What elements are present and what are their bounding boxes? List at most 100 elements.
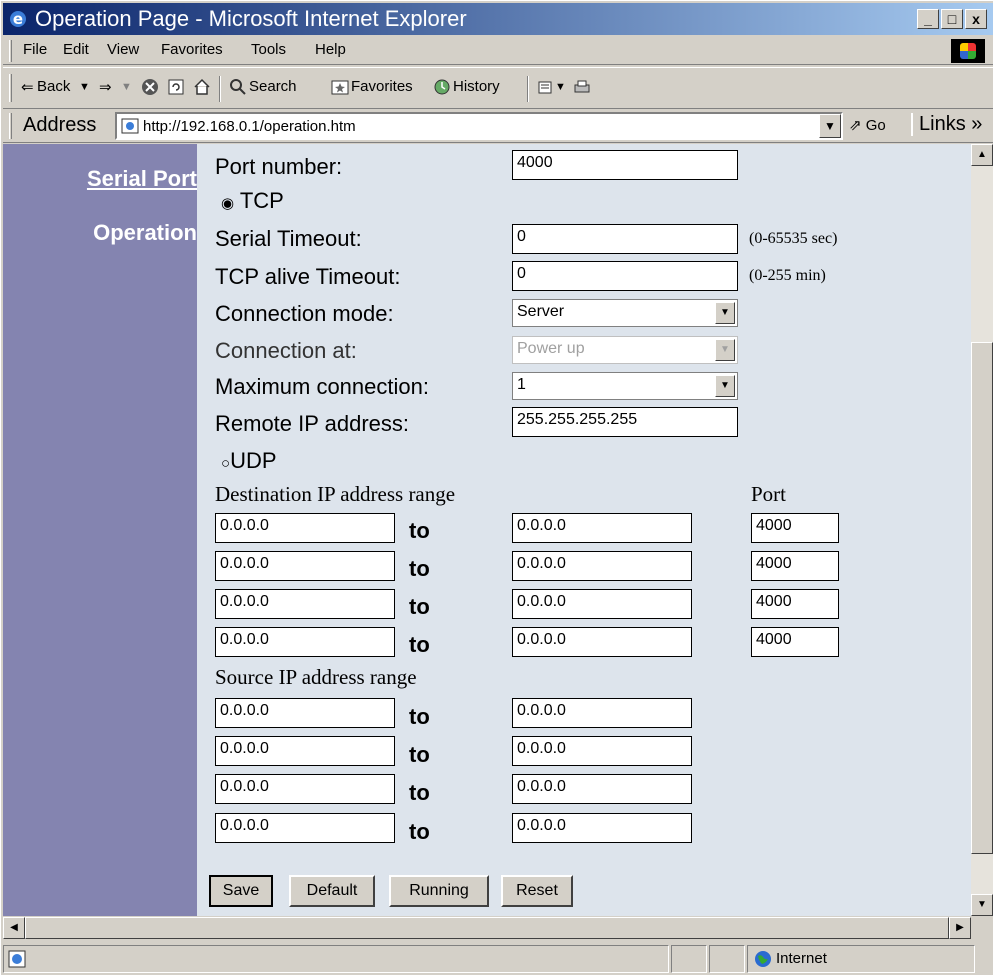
dest-port-input[interactable]: 4000 xyxy=(751,627,839,657)
security-zone-label: Internet xyxy=(776,950,827,967)
sidebar-link-operation[interactable]: Operation xyxy=(93,220,197,246)
menu-tools[interactable]: Tools xyxy=(251,41,286,58)
horizontal-scroll-thumb[interactable] xyxy=(25,917,949,939)
default-button[interactable]: Default xyxy=(289,875,375,907)
dest-to-input[interactable]: 0.0.0.0 xyxy=(512,513,692,543)
go-button[interactable]: ⇗ Go xyxy=(849,116,886,134)
menu-grip xyxy=(9,40,12,62)
title-bar: e Operation Page - Microsoft Internet Ex… xyxy=(3,3,993,35)
running-button[interactable]: Running xyxy=(389,875,489,907)
dest-to-input[interactable]: 0.0.0.0 xyxy=(512,551,692,581)
refresh-icon[interactable] xyxy=(167,78,185,96)
serial-timeout-hint: (0-65535 sec) xyxy=(749,230,838,247)
address-url: http://192.168.0.1/operation.htm xyxy=(143,118,356,135)
close-button[interactable]: x xyxy=(965,9,987,29)
sidebar-link-serial-port[interactable]: Serial Port xyxy=(87,166,197,192)
stop-icon[interactable] xyxy=(141,78,159,96)
scroll-left-icon[interactable]: ◀ xyxy=(3,917,25,939)
page-icon xyxy=(121,118,139,134)
menu-favorites[interactable]: Favorites xyxy=(161,41,223,58)
security-zone-pane: Internet xyxy=(747,945,975,973)
menu-view[interactable]: View xyxy=(107,41,139,58)
horizontal-scrollbar[interactable]: ◀ ▶ xyxy=(3,917,971,939)
dest-from-input[interactable]: 0.0.0.0 xyxy=(215,513,395,543)
source-to-input[interactable]: 0.0.0.0 xyxy=(512,774,692,804)
status-bar: Internet xyxy=(3,941,993,975)
search-icon xyxy=(230,79,246,95)
toolbar: ⇐ Back ▼ ⇒ ▼ Search Favorites History ▼ xyxy=(3,67,993,109)
udp-radio[interactable]: ○UDP xyxy=(221,448,277,474)
scrollbar-corner xyxy=(971,917,993,939)
source-from-input[interactable]: 0.0.0.0 xyxy=(215,736,395,766)
tcp-radio[interactable]: ◉ TCP xyxy=(221,188,284,214)
tcp-label: TCP xyxy=(239,188,284,213)
history-button[interactable]: History xyxy=(453,78,500,95)
window-title: Operation Page - Microsoft Internet Expl… xyxy=(35,6,467,31)
source-from-input[interactable]: 0.0.0.0 xyxy=(215,774,395,804)
remote-ip-input[interactable]: 255.255.255.255 xyxy=(512,407,738,437)
source-range-label: Source IP address range xyxy=(215,665,417,689)
chevron-down-icon: ▼ xyxy=(715,339,735,361)
go-label: Go xyxy=(865,117,886,134)
dest-port-input[interactable]: 4000 xyxy=(751,589,839,619)
back-dropdown-icon[interactable]: ▼ xyxy=(79,81,90,93)
minimize-button[interactable]: _ xyxy=(917,9,939,29)
dest-port-input[interactable]: 4000 xyxy=(751,551,839,581)
address-label: Address xyxy=(23,114,97,136)
dest-port-input[interactable]: 4000 xyxy=(751,513,839,543)
radio-unchecked-icon: ○ xyxy=(221,455,231,472)
port-number-label: Port number: xyxy=(215,154,343,179)
save-button[interactable]: Save xyxy=(209,875,273,907)
source-to-input[interactable]: 0.0.0.0 xyxy=(512,813,692,843)
home-icon[interactable] xyxy=(193,78,211,96)
forward-dropdown-icon[interactable]: ▼ xyxy=(121,81,132,93)
windows-logo-icon xyxy=(951,39,985,63)
forward-button[interactable]: ⇒ xyxy=(99,78,112,96)
scroll-right-icon[interactable]: ▶ xyxy=(949,917,971,939)
serial-timeout-label: Serial Timeout: xyxy=(215,226,362,251)
scroll-down-icon[interactable]: ▼ xyxy=(971,894,993,916)
menu-edit[interactable]: Edit xyxy=(63,41,89,58)
search-button[interactable]: Search xyxy=(249,78,297,95)
dest-from-input[interactable]: 0.0.0.0 xyxy=(215,589,395,619)
tcp-alive-label: TCP alive Timeout: xyxy=(215,264,401,289)
favorites-button[interactable]: Favorites xyxy=(351,78,413,95)
to-label: to xyxy=(409,819,430,844)
source-to-input[interactable]: 0.0.0.0 xyxy=(512,698,692,728)
vertical-scroll-thumb[interactable] xyxy=(971,342,993,854)
address-input[interactable]: http://192.168.0.1/operation.htm ▼ xyxy=(115,112,843,140)
max-connection-select[interactable]: 1 ▼ xyxy=(512,372,738,400)
menu-file[interactable]: File xyxy=(23,41,47,58)
links-button[interactable]: Links » xyxy=(911,113,982,136)
tcp-alive-hint: (0-255 min) xyxy=(749,267,826,284)
reset-button[interactable]: Reset xyxy=(501,875,573,907)
menu-help[interactable]: Help xyxy=(315,41,346,58)
connection-mode-select[interactable]: Server ▼ xyxy=(512,299,738,327)
to-label: to xyxy=(409,632,430,657)
source-to-input[interactable]: 0.0.0.0 xyxy=(512,736,692,766)
dest-from-input[interactable]: 0.0.0.0 xyxy=(215,627,395,657)
tcp-alive-input[interactable]: 0 xyxy=(512,261,738,291)
to-label: to xyxy=(409,780,430,805)
scroll-up-icon[interactable]: ▲ xyxy=(971,144,993,166)
remote-ip-label: Remote IP address: xyxy=(215,411,410,436)
serial-timeout-input[interactable]: 0 xyxy=(512,224,738,254)
mail-dropdown-icon[interactable]: ▼ xyxy=(555,81,566,93)
maximize-button[interactable]: □ xyxy=(941,9,963,29)
source-from-input[interactable]: 0.0.0.0 xyxy=(215,698,395,728)
chevron-down-icon[interactable]: ▼ xyxy=(715,302,735,324)
vertical-scrollbar[interactable]: ▲ ▼ xyxy=(971,144,993,916)
dest-to-input[interactable]: 0.0.0.0 xyxy=(512,589,692,619)
radio-checked-icon: ◉ xyxy=(221,195,235,212)
address-dropdown-icon[interactable]: ▼ xyxy=(819,114,841,138)
source-from-input[interactable]: 0.0.0.0 xyxy=(215,813,395,843)
back-button[interactable]: Back xyxy=(37,78,70,95)
chevron-down-icon[interactable]: ▼ xyxy=(715,375,735,397)
dest-from-input[interactable]: 0.0.0.0 xyxy=(215,551,395,581)
dest-to-input[interactable]: 0.0.0.0 xyxy=(512,627,692,657)
mail-icon[interactable] xyxy=(537,78,555,96)
toolbar-separator xyxy=(527,76,529,102)
print-icon[interactable] xyxy=(573,78,591,96)
port-number-input[interactable]: 4000 xyxy=(512,150,738,180)
to-label: to xyxy=(409,556,430,581)
